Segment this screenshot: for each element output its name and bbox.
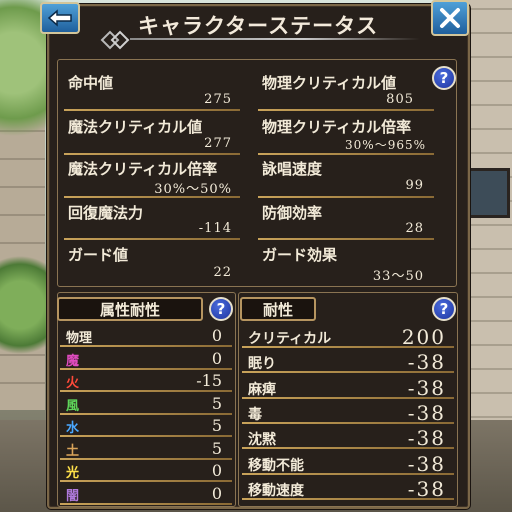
stat-divider — [64, 238, 240, 240]
stat-label-phys-crit: 物理クリティカル値 — [262, 74, 397, 92]
row-divider — [60, 390, 232, 392]
row-divider — [242, 396, 454, 399]
window-title: キャラクターステータス — [138, 14, 379, 38]
status-row: 毒 -38 — [242, 401, 454, 426]
elemental-row: 土5 — [60, 439, 232, 462]
row-divider — [242, 472, 454, 475]
stat-label-guard: ガード値 — [68, 246, 129, 264]
elemental-row: 光0 — [60, 461, 232, 484]
title-emblem-icon — [100, 30, 130, 50]
stat-value-cast-speed: 99 — [405, 178, 424, 193]
title-divider — [130, 38, 420, 40]
status-row-label: 眠り — [248, 356, 276, 373]
elemental-row: 物理 0 — [60, 326, 232, 349]
elemental-row-label: 物理 — [66, 331, 93, 346]
stat-divider — [258, 238, 434, 240]
stat-value-magic-crit: 277 — [204, 136, 232, 151]
elemental-row-value: 0 — [211, 483, 222, 503]
stat-value-phys-crit: 805 — [386, 92, 414, 107]
status-row-label: 毒 — [248, 406, 262, 423]
row-divider — [60, 435, 232, 437]
row-divider — [60, 412, 232, 415]
elemental-resistance-header: 属性耐性 — [57, 297, 203, 321]
back-button[interactable] — [40, 2, 80, 34]
row-divider — [60, 502, 232, 505]
stats-help-icon[interactable]: ? — [432, 66, 456, 90]
status-row: クリティカル 200 — [242, 325, 454, 350]
status-help-icon[interactable]: ? — [432, 297, 456, 321]
stat-label-magic-crit: 魔法クリティカル値 — [68, 118, 203, 136]
status-row: 麻痺 -38 — [242, 376, 454, 401]
stat-divider — [258, 109, 434, 111]
stat-label-magic-crit-rate: 魔法クリティカル倍率 — [68, 160, 218, 178]
back-arrow-icon — [47, 9, 72, 27]
row-divider — [60, 480, 232, 482]
elemental-row-value: 0 — [211, 461, 222, 480]
stat-label-cast-speed: 詠唱速度 — [262, 160, 323, 178]
elemental-row-label: 光 — [66, 466, 80, 481]
background-window — [468, 168, 510, 218]
stat-divider — [64, 196, 240, 198]
status-row-label: 麻痺 — [248, 381, 276, 398]
row-divider — [242, 447, 454, 450]
elemental-row: 魔0 — [60, 349, 232, 372]
status-row: 沈黙 -38 — [242, 426, 454, 451]
stat-value-defense-eff: 28 — [405, 221, 424, 236]
elemental-row-label: 闇 — [66, 488, 80, 504]
row-divider — [242, 497, 454, 500]
status-row: 移動速度 -38 — [242, 477, 454, 502]
stat-value-phys-crit-rate: 30%～965% — [345, 138, 426, 152]
close-x-icon — [440, 8, 460, 28]
stat-label-phys-crit-rate: 物理クリティカル倍率 — [262, 118, 412, 136]
elemental-row: 風5 — [60, 394, 232, 417]
stat-divider — [64, 109, 240, 111]
elemental-help-icon[interactable]: ? — [209, 297, 233, 321]
row-divider — [242, 371, 454, 374]
elemental-row: 闇0 — [60, 484, 232, 507]
status-row-label: 移動不能 — [248, 457, 304, 474]
elemental-row-label: 土 — [66, 443, 80, 459]
elemental-row-value: 5 — [211, 438, 222, 458]
row-divider — [60, 367, 232, 370]
row-divider — [242, 346, 454, 348]
row-divider — [60, 457, 232, 460]
status-row-label: クリティカル — [248, 331, 332, 347]
status-row: 眠り -38 — [242, 350, 454, 375]
status-row: 移動不能 -38 — [242, 452, 454, 477]
elemental-row: 火 -15 — [60, 371, 232, 394]
elemental-row: 水5 — [60, 416, 232, 439]
status-resistance-header: 耐性 — [240, 297, 316, 321]
row-divider — [242, 421, 454, 424]
stat-label-defense-eff: 防御効率 — [262, 204, 323, 222]
elemental-row-value: 0 — [211, 348, 222, 368]
elemental-row-label: 水 — [66, 421, 80, 436]
stat-divider — [258, 196, 434, 198]
elemental-row-value: 5 — [211, 416, 222, 435]
stat-value-guard-effect: 33～50 — [372, 269, 424, 284]
elemental-row-value: 5 — [211, 393, 222, 413]
stat-divider — [258, 153, 434, 155]
stat-divider — [64, 153, 240, 155]
stat-label-hit: 命中値 — [68, 74, 114, 92]
close-button[interactable] — [431, 0, 469, 36]
elemental-row-label: 魔 — [66, 353, 80, 369]
stat-value-guard: 22 — [213, 265, 232, 280]
stat-value-heal-power: -114 — [198, 221, 232, 236]
stat-value-hit: 275 — [204, 92, 232, 107]
row-divider — [60, 345, 232, 347]
stat-value-magic-crit-rate: 30%～50% — [154, 182, 232, 197]
elemental-row-label: 火 — [66, 376, 80, 391]
stat-label-guard-effect: ガード効果 — [262, 246, 338, 264]
status-row-label: 移動速度 — [248, 482, 304, 499]
stat-label-heal-power: 回復魔法力 — [68, 204, 144, 222]
status-row-label: 沈黙 — [248, 432, 276, 449]
elemental-row-value: -15 — [196, 371, 222, 390]
elemental-row-value: 0 — [211, 326, 222, 345]
elemental-row-label: 風 — [66, 398, 80, 414]
